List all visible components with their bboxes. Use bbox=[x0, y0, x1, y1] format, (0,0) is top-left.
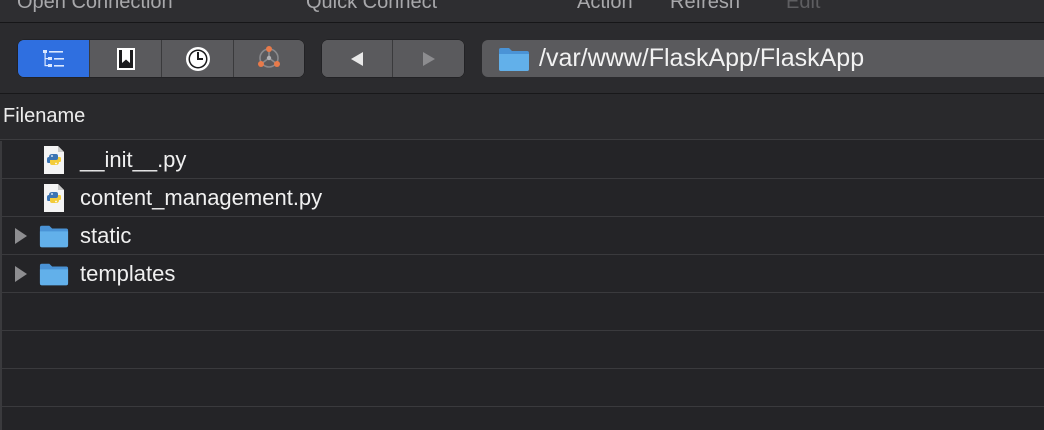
empty-row bbox=[0, 369, 1044, 407]
disclosure-triangle-icon[interactable] bbox=[15, 228, 27, 244]
bookmark-icon bbox=[116, 47, 135, 70]
folder-icon bbox=[499, 47, 529, 71]
folder-icon bbox=[39, 259, 69, 289]
back-arrow-icon bbox=[351, 51, 363, 66]
forward-button[interactable] bbox=[393, 40, 464, 77]
path-text: /var/www/FlaskApp/FlaskApp bbox=[539, 44, 865, 72]
bonjour-view-button[interactable] bbox=[234, 40, 304, 77]
sftp-browser-window: Open Connection Quick Connect Action Ref… bbox=[0, 0, 1044, 430]
list-item-name: __init__.py bbox=[80, 147, 187, 172]
navigation-bar: /var/www/FlaskApp/FlaskApp bbox=[0, 23, 1044, 94]
outline-view-icon bbox=[42, 49, 64, 67]
bonjour-network-icon bbox=[258, 45, 280, 68]
forward-arrow-icon bbox=[422, 51, 435, 66]
open-connection-button[interactable]: Open Connection bbox=[17, 0, 173, 14]
view-mode-segmented-control bbox=[18, 40, 304, 77]
list-item[interactable]: static bbox=[0, 217, 1044, 255]
empty-row bbox=[0, 293, 1044, 331]
back-button[interactable] bbox=[322, 40, 393, 77]
refresh-button[interactable]: Refresh bbox=[670, 0, 740, 14]
empty-row bbox=[0, 407, 1044, 430]
edit-button[interactable]: Edit bbox=[786, 0, 820, 14]
list-item-name: content_management.py bbox=[80, 185, 323, 210]
back-forward-segmented-control bbox=[322, 40, 464, 77]
list-item[interactable]: __init__.py bbox=[0, 141, 1044, 179]
outline-view-button[interactable] bbox=[18, 40, 90, 77]
column-header-label: Filename bbox=[3, 105, 86, 127]
list-item[interactable]: templates bbox=[0, 255, 1044, 293]
quick-connect-button[interactable]: Quick Connect bbox=[306, 0, 437, 14]
python-file-icon bbox=[39, 183, 69, 213]
history-clock-icon bbox=[185, 46, 210, 71]
folder-icon bbox=[39, 221, 69, 251]
list-item[interactable]: content_management.py bbox=[0, 179, 1044, 217]
bookmarks-view-button[interactable] bbox=[90, 40, 162, 77]
empty-row bbox=[0, 331, 1044, 369]
history-view-button[interactable] bbox=[162, 40, 234, 77]
main-toolbar: Open Connection Quick Connect Action Ref… bbox=[0, 0, 1044, 23]
disclosure-triangle-icon[interactable] bbox=[15, 266, 27, 282]
list-item-name: templates bbox=[80, 261, 176, 286]
column-header-filename[interactable]: Filename bbox=[0, 94, 1044, 140]
list-item-name: static bbox=[80, 223, 132, 248]
path-selector[interactable]: /var/www/FlaskApp/FlaskApp bbox=[482, 40, 1044, 77]
python-file-icon bbox=[39, 145, 69, 175]
action-button[interactable]: Action bbox=[577, 0, 633, 14]
file-list: __init__.py content_management.py static… bbox=[0, 141, 1044, 430]
